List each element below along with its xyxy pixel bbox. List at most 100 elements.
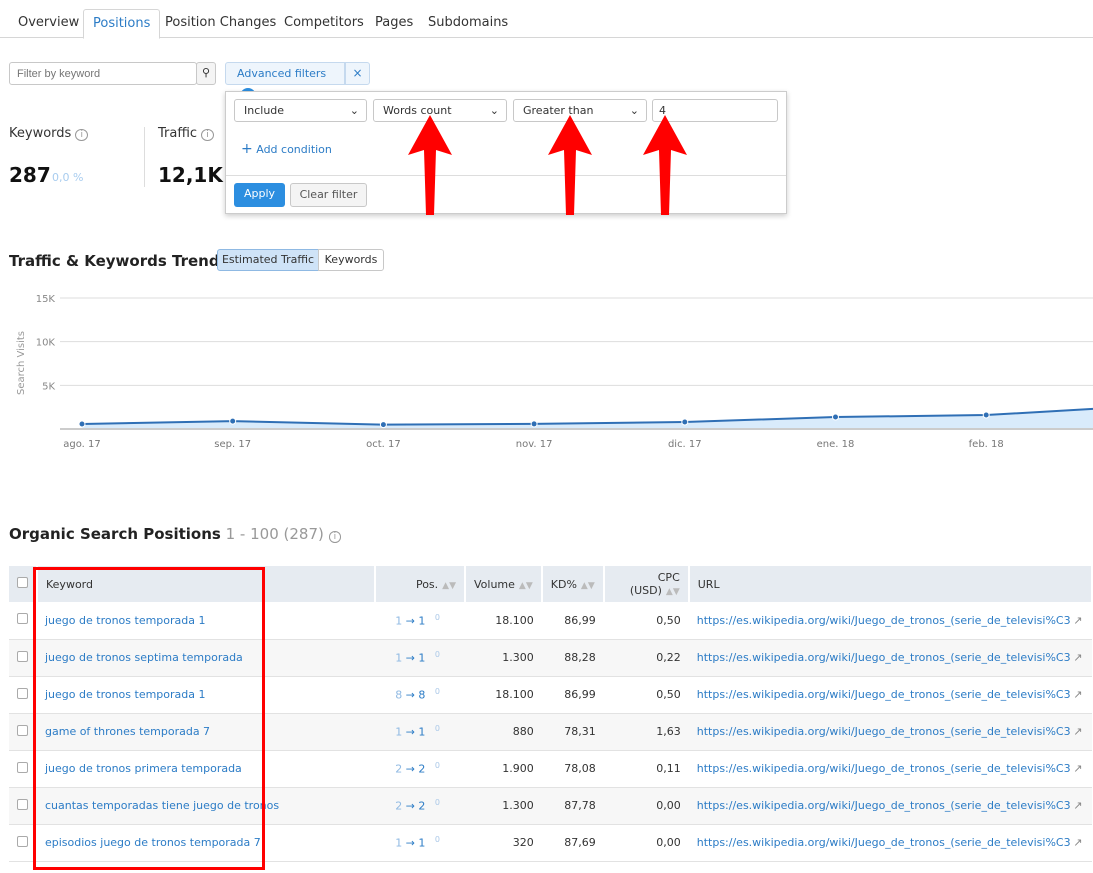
sort-icon: ▲▼ [665, 587, 680, 597]
red-arrow [643, 115, 687, 215]
cpc: 1,63 [603, 713, 689, 751]
tab-pages[interactable]: Pages [366, 9, 422, 39]
annotation-arrows [408, 115, 687, 215]
kd: 86,99 [541, 676, 604, 714]
positions-heading: Organic Search Positions 1 - 100 (287) i [9, 525, 342, 543]
position-diff: 0 [434, 761, 440, 771]
col-kd[interactable]: KD% ▲▼ [541, 566, 605, 602]
position-diff: 0 [434, 612, 440, 622]
url-link[interactable]: https://es.wikipedia.org/wiki/Juego_de_t… [697, 725, 1070, 738]
red-arrow [548, 115, 592, 215]
divider [144, 127, 145, 187]
sort-icon: ▲▼ [580, 580, 595, 591]
traffic-chart: 5K 10K 15K Search Visits ago. 17 sep. 17 oct. … [16, 294, 1093, 450]
cpc: 0,00 [603, 824, 689, 862]
volume: 1.300 [465, 787, 542, 825]
url-link[interactable]: https://es.wikipedia.org/wiki/Juego_de_t… [697, 762, 1070, 775]
volume: 320 [465, 824, 542, 862]
plus-icon: + [241, 141, 253, 157]
cpc: 0,50 [603, 602, 689, 640]
kd: 78,08 [541, 750, 604, 788]
advanced-filters-button[interactable]: Advanced filters 1 [225, 62, 345, 104]
position-diff: 0 [434, 798, 440, 808]
arrow-right-icon: → [405, 762, 415, 776]
tab-overview[interactable]: Overview [9, 9, 88, 39]
url-link[interactable]: https://es.wikipedia.org/wiki/Juego_de_t… [697, 614, 1070, 627]
url-link[interactable]: https://es.wikipedia.org/wiki/Juego_de_t… [697, 651, 1070, 664]
y-tick-label: 10K [36, 338, 56, 349]
x-tick-label: ago. 17 [63, 439, 101, 450]
data-point [832, 413, 839, 421]
keywords-change: 0,0 % [52, 171, 84, 184]
include-select[interactable]: Include ⌄ [234, 99, 367, 122]
arrow-right-icon: → [405, 799, 415, 813]
prev-position: 1 [395, 725, 403, 739]
cpc: 0,00 [603, 787, 689, 825]
arrow-right-icon: → [405, 651, 415, 665]
url-link[interactable]: https://es.wikipedia.org/wiki/Juego_de_t… [697, 688, 1070, 701]
info-icon[interactable]: i [75, 129, 88, 141]
col-cpc[interactable]: CPC (USD) ▲▼ [603, 566, 690, 602]
clear-filters-close-icon[interactable]: × [345, 62, 370, 85]
y-axis-label: Search Visits [16, 331, 27, 395]
positions-range: 1 - 100 (287) [225, 525, 324, 543]
tab-bar: Overview Positions Position Changes Comp… [0, 0, 1093, 39]
y-tick-label: 15K [36, 294, 56, 305]
select-all-checkbox[interactable] [17, 577, 28, 588]
position-diff: 0 [434, 724, 440, 734]
kd: 87,69 [541, 824, 604, 862]
trend-title: Traffic & Keywords Trend [9, 252, 220, 270]
clear-filter-button[interactable]: Clear filter [290, 183, 367, 207]
external-link-icon[interactable]: ↗ [1073, 651, 1082, 664]
x-tick-label: nov. 17 [516, 439, 553, 450]
keyword-filter-input[interactable] [9, 62, 197, 85]
external-link-icon[interactable]: ↗ [1073, 836, 1082, 849]
external-link-icon[interactable]: ↗ [1073, 688, 1082, 701]
url-link[interactable]: https://es.wikipedia.org/wiki/Juego_de_t… [697, 836, 1070, 849]
position: 1 [418, 614, 426, 628]
volume: 1.900 [465, 750, 542, 788]
toggle-estimated-traffic[interactable]: Estimated Traffic [217, 249, 319, 271]
row-checkbox[interactable] [17, 650, 28, 662]
row-checkbox[interactable] [17, 724, 28, 736]
toggle-keywords[interactable]: Keywords [318, 249, 384, 271]
prev-position: 1 [395, 614, 403, 628]
cpc: 0,22 [603, 639, 689, 677]
data-point [681, 418, 689, 426]
kd: 87,78 [541, 787, 604, 825]
row-checkbox[interactable] [17, 835, 28, 847]
prev-position: 2 [395, 799, 403, 813]
arrow-right-icon: → [405, 688, 415, 702]
traffic-value: 12,1K [158, 163, 223, 187]
external-link-icon[interactable]: ↗ [1073, 725, 1082, 738]
col-volume[interactable]: Volume ▲▼ [465, 566, 543, 602]
row-checkbox[interactable] [17, 761, 28, 773]
volume: 18.100 [465, 676, 542, 714]
info-icon[interactable]: i [328, 531, 342, 543]
apply-button[interactable]: Apply [234, 183, 285, 207]
red-arrow [408, 115, 452, 215]
search-button[interactable]: ⚲ [196, 62, 216, 85]
row-checkbox[interactable] [17, 687, 28, 699]
tab-competitors[interactable]: Competitors [275, 9, 373, 39]
add-condition-link[interactable]: + Add condition [241, 141, 332, 157]
arrow-right-icon: → [405, 725, 415, 739]
external-link-icon[interactable]: ↗ [1073, 762, 1082, 775]
tab-subdomains[interactable]: Subdomains [419, 9, 517, 39]
position: 8 [418, 688, 426, 702]
x-tick-label: feb. 18 [969, 439, 1004, 450]
row-checkbox[interactable] [17, 613, 28, 625]
position-diff: 0 [434, 687, 440, 697]
external-link-icon[interactable]: ↗ [1073, 614, 1082, 627]
info-icon[interactable]: i [201, 129, 214, 141]
x-tick-label: sep. 17 [214, 439, 251, 450]
position: 1 [418, 725, 426, 739]
tab-positions[interactable]: Positions [83, 9, 161, 39]
col-pos[interactable]: Pos. ▲▼ [375, 566, 466, 602]
prev-position: 1 [395, 651, 403, 665]
url-link[interactable]: https://es.wikipedia.org/wiki/Juego_de_t… [697, 799, 1070, 812]
kd: 86,99 [541, 602, 604, 640]
tab-position-changes[interactable]: Position Changes [156, 9, 285, 39]
external-link-icon[interactable]: ↗ [1073, 799, 1082, 812]
row-checkbox[interactable] [17, 798, 28, 810]
